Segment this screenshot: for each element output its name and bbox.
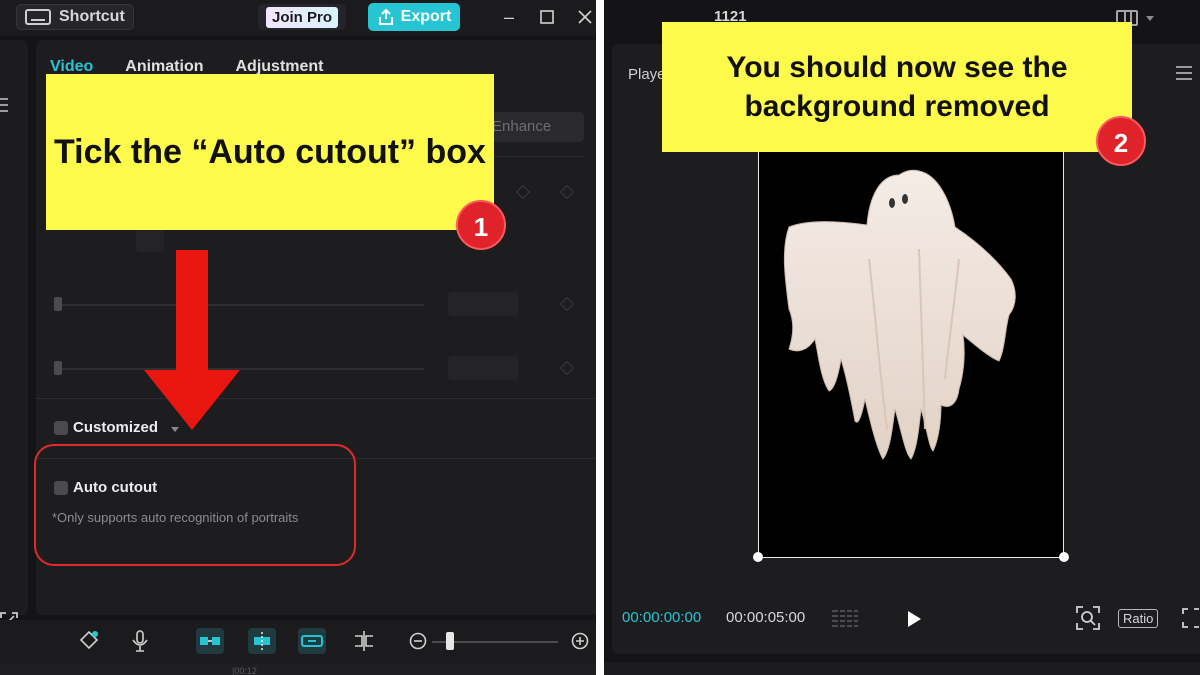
export-icon: [378, 8, 393, 25]
zoom-in-icon[interactable]: [566, 628, 594, 654]
resize-handle[interactable]: [1059, 552, 1069, 562]
divider: [486, 156, 584, 157]
snap-icon[interactable]: [248, 628, 276, 654]
shortcut-label: Shortcut: [59, 8, 125, 25]
export-button[interactable]: Export: [368, 3, 460, 31]
current-time: 00:00:00:00: [622, 609, 702, 626]
magic-icon[interactable]: [74, 628, 102, 654]
menu-icon[interactable]: [1176, 66, 1192, 80]
split-icon[interactable]: [350, 628, 378, 654]
ruler-timestamp: |00:12: [232, 666, 257, 675]
keyframe-icon[interactable]: [559, 360, 575, 376]
slider-track[interactable]: [56, 304, 424, 306]
color-swatch[interactable]: [136, 228, 164, 252]
instruction-callout: Tick the “Auto cutout” box: [46, 74, 494, 230]
ghost-figure-image: [783, 169, 1016, 460]
chevron-down-icon[interactable]: [1146, 16, 1154, 21]
timeline-ruler[interactable]: [0, 664, 596, 675]
divider: [36, 398, 596, 399]
zoom-out-icon[interactable]: [404, 628, 432, 654]
value-input[interactable]: [448, 356, 518, 380]
export-label: Export: [400, 8, 452, 25]
player-title: Playe: [628, 66, 666, 83]
value-input[interactable]: [448, 292, 518, 316]
maximize-button[interactable]: [536, 6, 558, 28]
ratio-button[interactable]: Ratio: [1118, 609, 1159, 628]
slider-knob[interactable]: [54, 361, 62, 375]
right-screenshot: 1121 Playe 00:00:00:00 00:00:05:00 Ratio…: [604, 0, 1200, 675]
result-callout: You should now see the background remove…: [662, 22, 1132, 152]
maximize-icon: [540, 10, 554, 24]
focus-scan-icon[interactable]: [1076, 606, 1100, 630]
menu-icon[interactable]: [0, 98, 8, 112]
close-button[interactable]: [574, 6, 596, 28]
highlight-ring: [34, 444, 356, 566]
slider-knob[interactable]: [54, 297, 62, 311]
fullscreen-icon[interactable]: [1182, 606, 1200, 630]
join-pro-label: Join Pro: [265, 6, 338, 28]
media-panel-edge: [0, 40, 28, 630]
resize-handle[interactable]: [753, 552, 763, 562]
slider-track[interactable]: [56, 368, 424, 370]
keyframe-icon[interactable]: [559, 184, 575, 200]
total-duration: 00:00:05:00: [726, 609, 806, 626]
step-number-badge: 2: [1096, 116, 1146, 166]
zoom-slider-knob[interactable]: [446, 632, 454, 650]
waveform-icon[interactable]: [830, 608, 860, 630]
left-screenshot: Shortcut Join Pro Export – Video Animati…: [0, 0, 596, 675]
link-icon[interactable]: [196, 628, 224, 654]
timeline-toolbar: [0, 620, 596, 664]
preview-axis-icon[interactable]: [298, 628, 326, 654]
shortcut-button[interactable]: Shortcut: [16, 4, 134, 30]
step-number-badge: 1: [456, 200, 506, 250]
preview-canvas[interactable]: [758, 108, 1064, 558]
minimize-button[interactable]: –: [498, 6, 520, 28]
bottom-edge: [604, 662, 1200, 675]
keyboard-icon: [25, 9, 51, 25]
arrow-down-icon: [144, 250, 240, 430]
keyframe-icon[interactable]: [559, 296, 575, 312]
keyframe-icon[interactable]: [515, 184, 531, 200]
play-icon[interactable]: [904, 608, 924, 630]
title-bar: Shortcut Join Pro Export –: [0, 0, 596, 36]
join-pro-button[interactable]: Join Pro: [258, 4, 346, 30]
close-icon: [578, 10, 592, 24]
microphone-icon[interactable]: [126, 628, 154, 654]
customized-checkbox[interactable]: [54, 421, 68, 435]
enhance-button[interactable]: Enhance: [486, 112, 584, 142]
